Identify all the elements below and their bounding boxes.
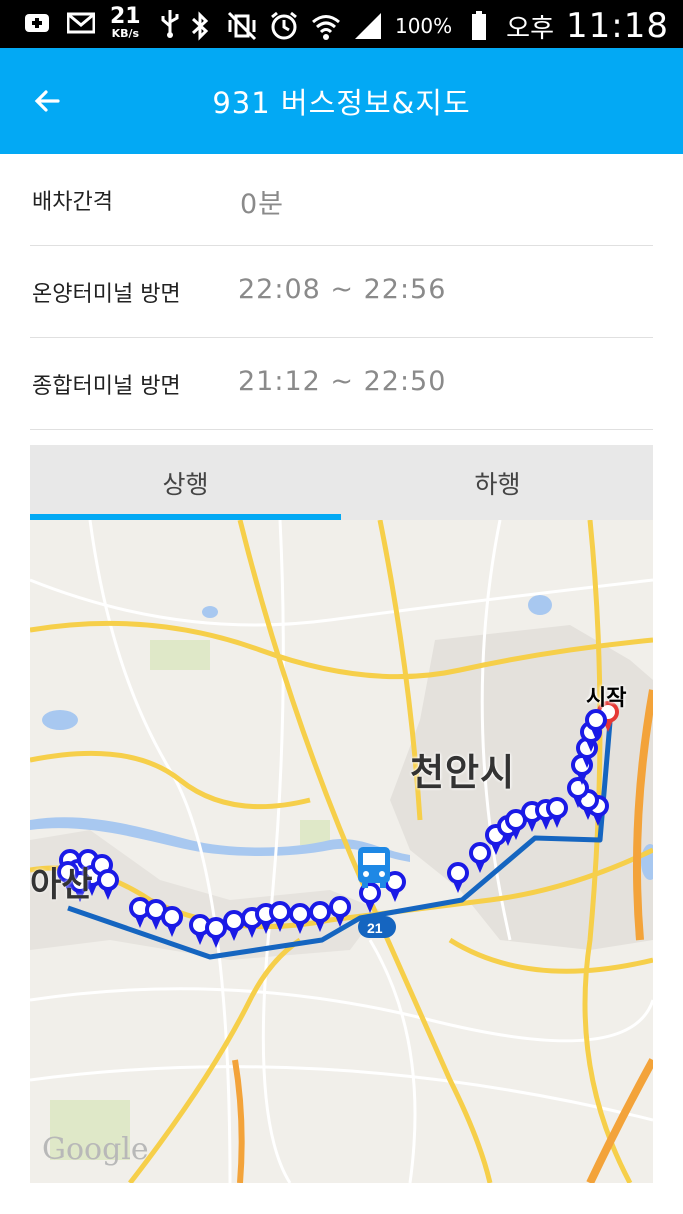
map-city-label: 천안시 [410,751,516,794]
clock: 11:18 [566,6,669,46]
tab-downbound[interactable]: 하행 [342,445,653,520]
time-ampm: 오후 [506,13,555,44]
bus-icon[interactable] [358,847,390,888]
info-value: 21:12 ~ 22:50 [238,366,447,397]
usb-icon [155,8,185,38]
info-label: 배차간격 [32,190,113,215]
signal-icon [353,11,383,41]
tab-label: 상행 [162,469,209,499]
app-bar: 931 버스정보&지도 [0,48,683,154]
info-value: 0분 [240,189,285,220]
tab-label: 하행 [474,469,521,499]
battery-icon [464,11,494,41]
alarm-icon [269,11,299,41]
info-row-terminal: 종합터미널 방면 21:12 ~ 22:50 [30,338,653,430]
battery-percent: 100% [394,14,453,38]
route-start-label: 시작 [586,686,627,711]
info-value: 22:08 ~ 22:56 [238,274,447,305]
vibrate-mute-icon [227,11,257,41]
mail-icon [66,8,96,38]
add-notification-icon [22,8,52,38]
map-background: 21 [30,520,653,1183]
direction-tabs: 상행 하행 [30,445,653,520]
info-label: 온양터미널 방면 [32,282,181,307]
wifi-icon [311,11,341,41]
tab-upbound[interactable]: 상행 [30,445,341,520]
info-row-onyang: 온양터미널 방면 22:08 ~ 22:56 [30,246,653,338]
info-row-interval: 배차간격 0분 [30,154,653,246]
status-bar: 21 KB/s 100% 오후 11:18 [0,0,683,48]
info-label: 종합터미널 방면 [32,374,181,399]
map-city-label-partial: 아산 [30,865,93,905]
bluetooth-icon [185,11,215,41]
google-attribution: Google [42,1132,149,1167]
network-speed: 21 KB/s [110,4,141,40]
route-map[interactable]: 21 천안시 아산 시작 Google [30,520,653,1183]
route-number-badge: 21 [367,920,383,936]
page-title: 931 버스정보&지도 [212,86,471,120]
